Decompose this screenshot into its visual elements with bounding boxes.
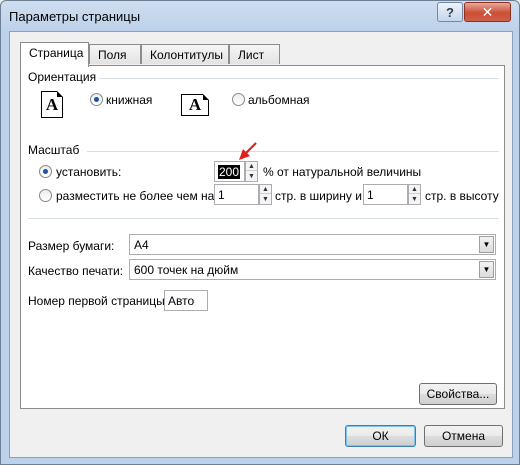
title-bar[interactable]: Параметры страницы ? ✕ [1,1,519,31]
pages-tall-spinner[interactable]: ▲ ▼ [408,184,421,205]
spin-up-icon[interactable]: ▲ [246,162,257,171]
spin-up-icon[interactable]: ▲ [260,185,271,194]
dialog-body: Страница Поля Колонтитулы Лист Ориентаци… [9,31,513,458]
chevron-down-icon[interactable]: ▼ [479,236,494,253]
pages-wide-input[interactable]: 1 [214,184,259,205]
pages-wide-suffix: стр. в ширину и [275,189,362,203]
portrait-radio[interactable] [90,93,103,106]
first-page-number-label: Номер первой страницы: [28,294,169,308]
page-setup-dialog: Параметры страницы ? ✕ Страница Поля Кол… [0,0,520,465]
tab-sheet[interactable]: Лист [229,44,280,64]
scale-fit-label[interactable]: разместить не более чем на: [56,189,218,203]
scale-bottom-divider [28,218,499,219]
portrait-label[interactable]: книжная [106,93,152,107]
properties-button[interactable]: Свойства... [419,383,497,405]
landscape-label[interactable]: альбомная [248,93,310,107]
landscape-page-icon: A [181,94,209,116]
pages-tall-suffix: стр. в высоту [425,189,499,203]
tab-header-footer[interactable]: Колонтитулы [141,44,229,64]
cancel-button[interactable]: Отмена [424,425,503,447]
spin-down-icon[interactable]: ▼ [260,195,271,204]
spin-down-icon[interactable]: ▼ [246,172,257,181]
scale-divider [87,151,499,152]
scale-percent-suffix: % от натуральной величины [263,165,422,179]
help-button[interactable]: ? [437,2,463,22]
scale-set-label[interactable]: установить: [56,165,121,179]
first-page-number-input[interactable]: Авто [164,290,208,311]
help-icon: ? [446,4,454,20]
scale-title: Масштаб [28,143,80,157]
paper-size-select[interactable]: A4 ▼ [129,234,496,255]
close-button[interactable]: ✕ [464,2,511,22]
landscape-radio[interactable] [232,93,245,106]
scale-set-radio[interactable] [39,165,52,178]
scale-percent-spinner[interactable]: ▲ ▼ [245,161,258,182]
close-icon: ✕ [481,3,494,20]
pages-wide-spinner[interactable]: ▲ ▼ [259,184,272,205]
pages-tall-input[interactable]: 1 [363,184,408,205]
annotation-arrow-icon [239,142,257,160]
spin-down-icon[interactable]: ▼ [409,195,420,204]
spin-up-icon[interactable]: ▲ [409,185,420,194]
portrait-page-icon: A [41,91,63,118]
chevron-down-icon[interactable]: ▼ [479,261,494,278]
tab-panel-page: Ориентация A книжная A альбомная Масштаб… [20,65,505,409]
ok-button[interactable]: ОК [345,425,416,447]
paper-size-label: Размер бумаги: [28,239,115,253]
print-quality-label: Качество печати: [28,264,124,278]
print-quality-select[interactable]: 600 точек на дюйм ▼ [129,259,496,280]
window-title: Параметры страницы [9,9,141,24]
orientation-divider [99,78,499,79]
tab-page[interactable]: Страница [20,42,89,67]
orientation-title: Ориентация [28,70,97,84]
tab-margins[interactable]: Поля [89,44,141,64]
scale-fit-radio[interactable] [39,189,52,202]
scale-percent-input[interactable]: 200 [214,161,245,182]
